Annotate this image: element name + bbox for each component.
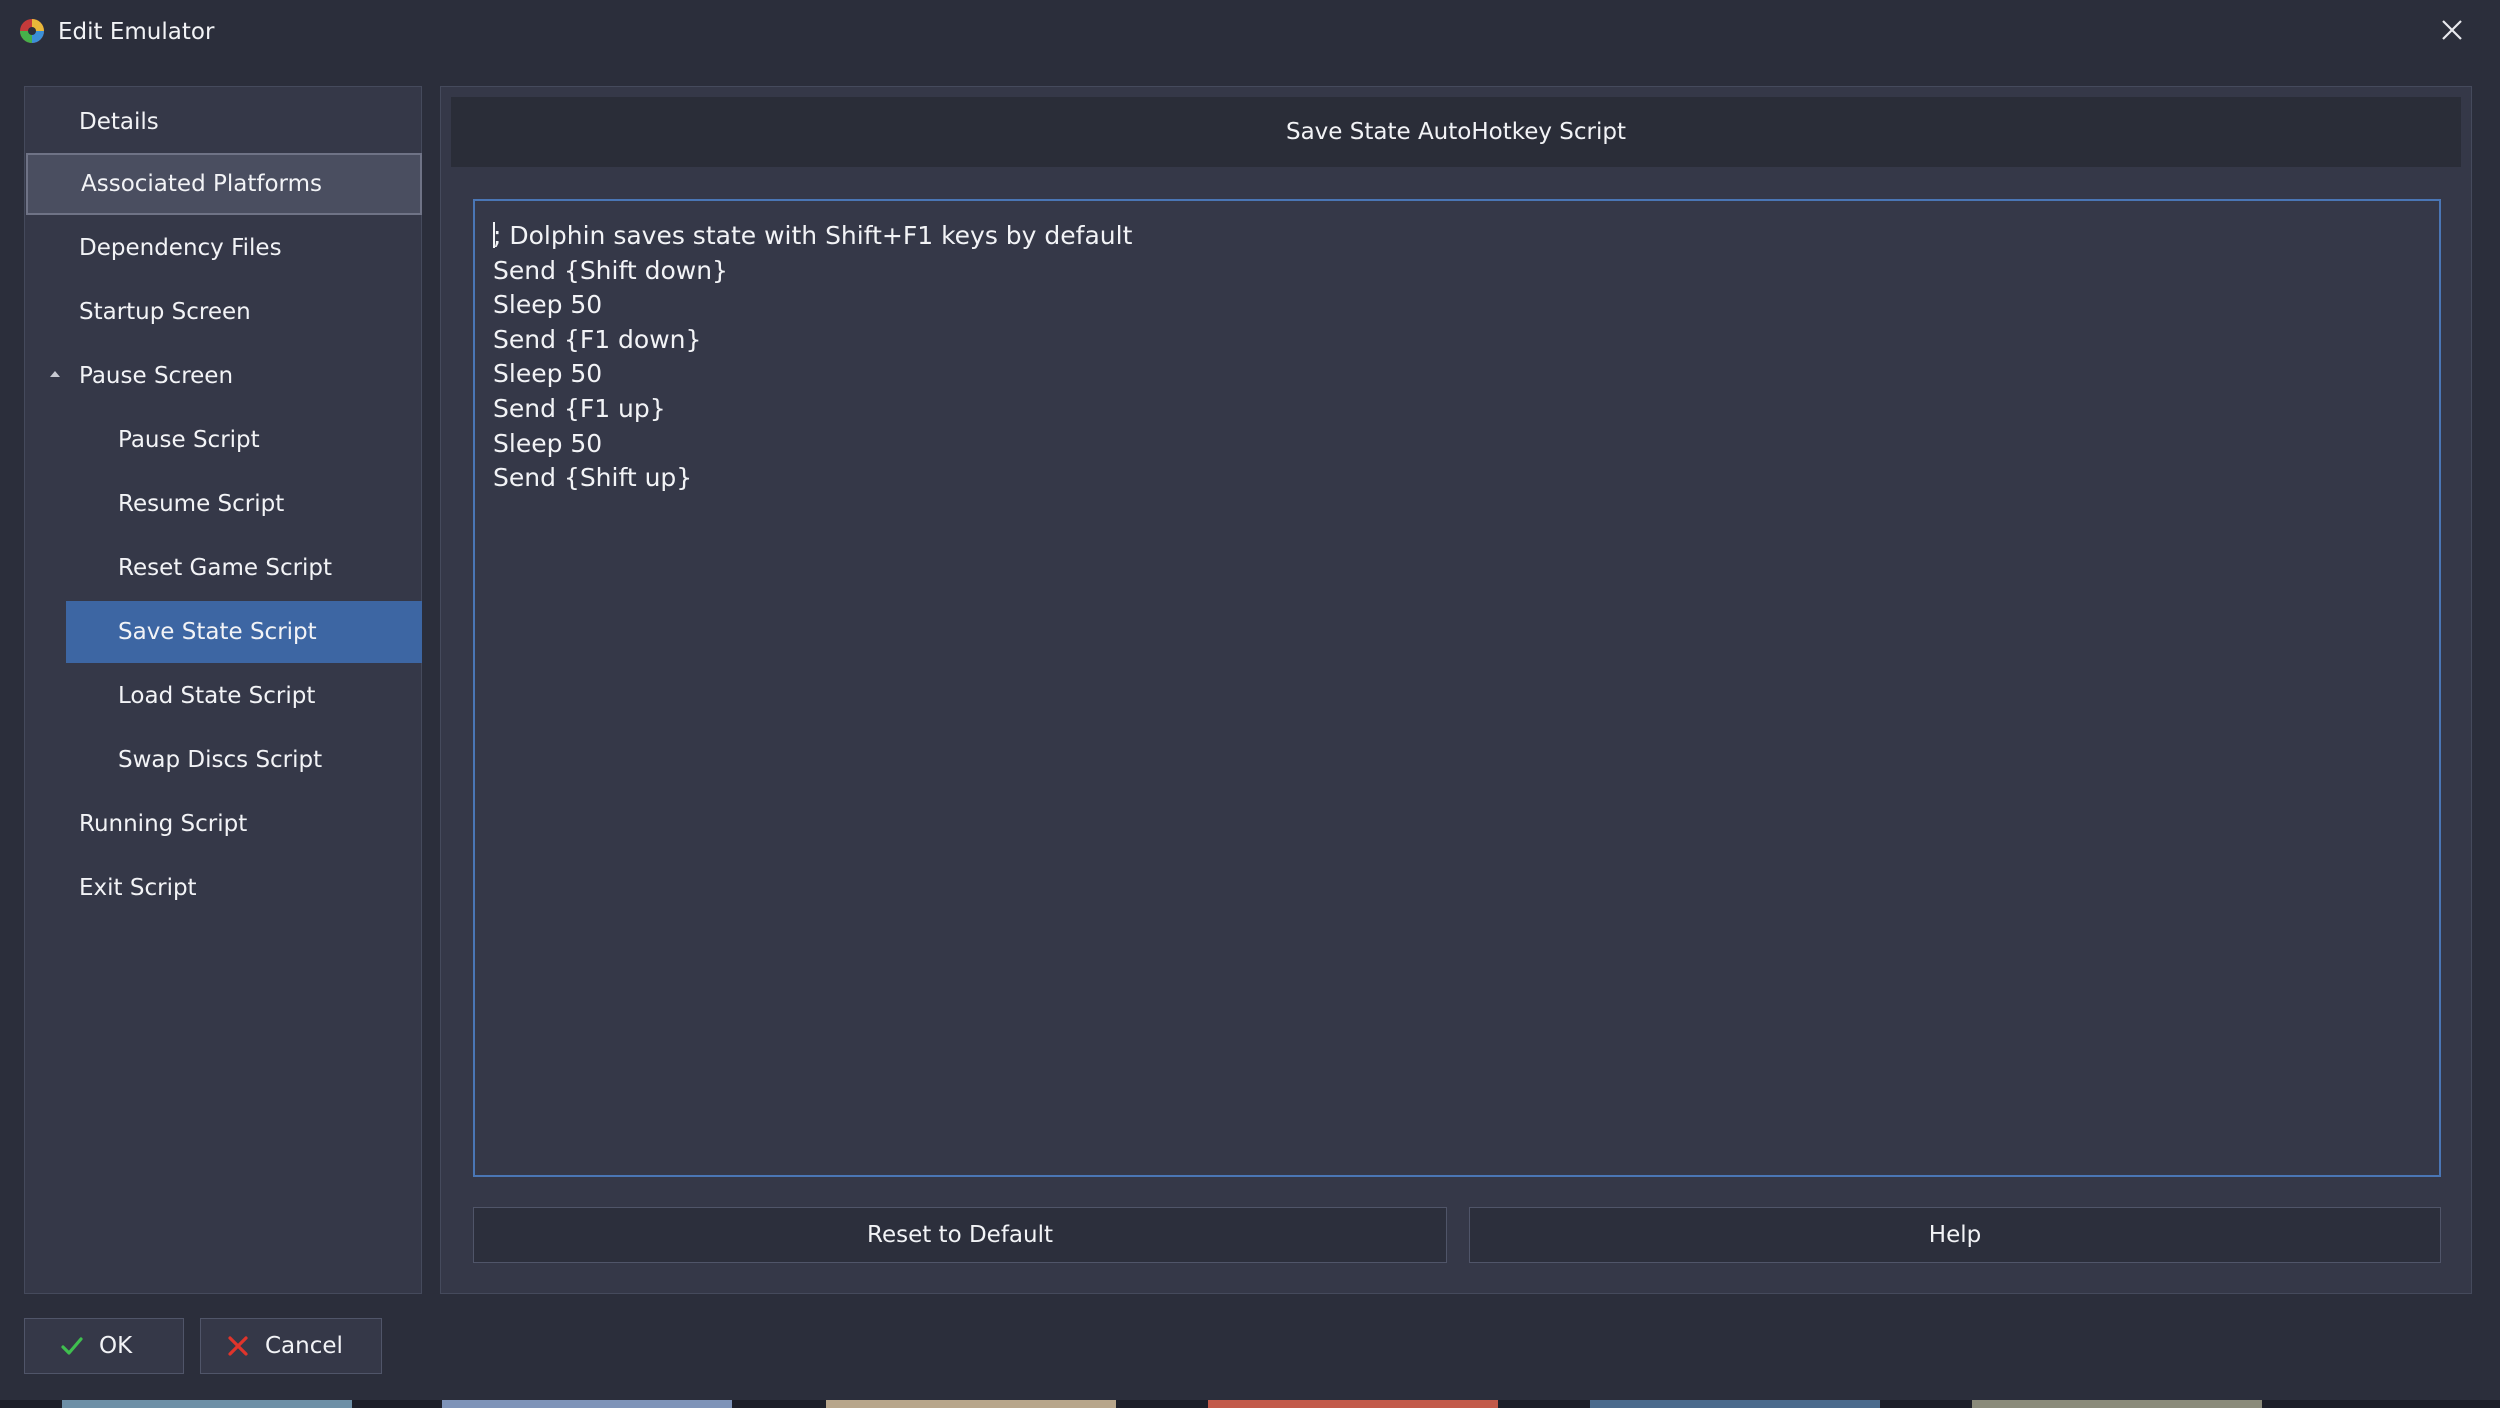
button-label: Help [1928, 1222, 1982, 1248]
background-thumbnail [1208, 1400, 1498, 1408]
sidebar-item-save-state-script[interactable]: Save State Script [66, 601, 422, 663]
help-button[interactable]: Help [1469, 1207, 2441, 1263]
script-line: Send {F1 up} [493, 393, 666, 423]
script-line: Sleep 50 [493, 290, 603, 320]
sidebar-item-resume-script[interactable]: Resume Script [66, 473, 422, 535]
script-line: Send {Shift up} [493, 463, 693, 493]
sidebar-item-associated-platforms[interactable]: Associated Platforms [26, 153, 422, 215]
sidebar-item-details[interactable]: Details [26, 91, 422, 153]
ok-button[interactable]: OK [24, 1318, 184, 1374]
sidebar-item-label: Startup Screen [79, 299, 251, 325]
script-line: Sleep 50 [493, 359, 603, 389]
sidebar-item-label: Details [79, 109, 159, 135]
panel-header: Save State AutoHotkey Script [451, 97, 2461, 167]
ok-label: OK [99, 1333, 133, 1359]
sidebar-item-label: Load State Script [118, 683, 316, 709]
script-line: ; Dolphin saves state with Shift+F1 keys… [493, 221, 1133, 250]
close-icon [2441, 19, 2463, 45]
background-strip [0, 1400, 2500, 1408]
sidebar-item-swap-discs-script[interactable]: Swap Discs Script [66, 729, 422, 791]
sidebar-item-label: Exit Script [79, 875, 197, 901]
background-thumbnail [1972, 1400, 2262, 1408]
sidebar-item-label: Dependency Files [79, 235, 282, 261]
script-line: Sleep 50 [493, 428, 603, 458]
edit-emulator-window: Edit Emulator Details Associated Platfor… [0, 0, 2500, 1408]
emulator-app-icon [18, 17, 46, 45]
title-bar: Edit Emulator [0, 0, 2500, 64]
sidebar-item-exit-script[interactable]: Exit Script [26, 857, 422, 919]
script-line: Send {F1 down} [493, 324, 702, 354]
background-thumbnail [62, 1400, 352, 1408]
background-thumbnail [442, 1400, 732, 1408]
sidebar-item-dependency-files[interactable]: Dependency Files [26, 217, 422, 279]
button-label: Reset to Default [867, 1222, 1053, 1248]
sidebar-item-startup-screen[interactable]: Startup Screen [26, 281, 422, 343]
window-title: Edit Emulator [58, 19, 215, 45]
background-thumbnail [826, 1400, 1116, 1408]
sidebar-item-label: Resume Script [118, 491, 285, 517]
sidebar-item-reset-game-script[interactable]: Reset Game Script [66, 537, 422, 599]
script-line: Send {Shift down} [493, 255, 728, 285]
sidebar-item-label: Reset Game Script [118, 555, 333, 581]
close-button[interactable] [2430, 10, 2474, 54]
settings-sidebar: Details Associated Platforms Dependency … [24, 86, 422, 1294]
sidebar-item-load-state-script[interactable]: Load State Script [66, 665, 422, 727]
background-thumbnail [1590, 1400, 1880, 1408]
sidebar-item-pause-script[interactable]: Pause Script [66, 409, 422, 471]
sidebar-item-label: Swap Discs Script [118, 747, 323, 773]
sidebar-item-label: Associated Platforms [81, 171, 322, 197]
cancel-button[interactable]: Cancel [200, 1318, 382, 1374]
checkmark-icon [61, 1335, 83, 1357]
collapse-triangle-icon[interactable] [50, 371, 60, 377]
x-mark-icon [227, 1335, 249, 1357]
sidebar-item-running-script[interactable]: Running Script [26, 793, 422, 855]
panel-title: Save State AutoHotkey Script [1285, 119, 1627, 145]
sidebar-item-label: Pause Screen [79, 363, 234, 389]
sidebar-item-pause-screen[interactable]: Pause Screen [26, 345, 422, 407]
sidebar-item-label: Save State Script [118, 619, 317, 645]
reset-to-default-button[interactable]: Reset to Default [473, 1207, 1447, 1263]
sidebar-item-label: Pause Script [118, 427, 260, 453]
script-panel: Save State AutoHotkey Script ; Dolphin s… [440, 86, 2472, 1294]
sidebar-item-label: Running Script [79, 811, 248, 837]
cancel-label: Cancel [265, 1333, 343, 1359]
script-editor[interactable]: ; Dolphin saves state with Shift+F1 keys… [473, 199, 2441, 1177]
